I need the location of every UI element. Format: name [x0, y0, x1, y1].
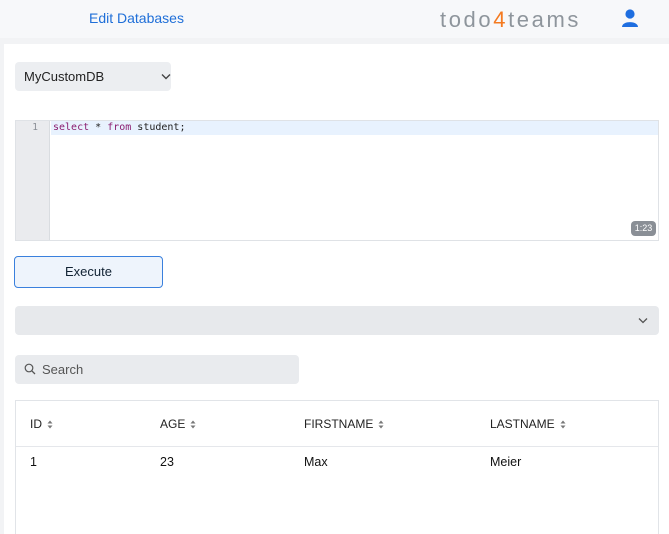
chevron-down-icon [161, 74, 171, 80]
table-cell-age: 23 [160, 455, 174, 469]
column-header-label: FIRSTNAME [304, 417, 374, 431]
top-bar: Edit Databases todo4teams [0, 0, 669, 38]
code-text: * [89, 122, 108, 133]
sql-code[interactable]: select * from student; [53, 122, 185, 133]
app-page: Edit Databases todo4teams MyCustomDB 1 s… [0, 0, 669, 534]
code-keyword-from: from [107, 122, 132, 133]
sort-icon [190, 420, 196, 429]
sort-icon [47, 420, 53, 429]
column-header-label: ID [30, 417, 42, 431]
execute-button[interactable]: Execute [14, 256, 163, 288]
database-select[interactable]: MyCustomDB [15, 62, 171, 91]
search-input[interactable] [42, 360, 292, 378]
column-header-label: AGE [160, 417, 186, 431]
table-cell-firstname: Max [304, 455, 328, 469]
column-header-label: LASTNAME [490, 417, 555, 431]
code-text: student; [131, 122, 186, 133]
brand-prefix: todo [440, 7, 494, 32]
table-cell-lastname: Meier [490, 455, 522, 469]
edit-databases-link[interactable]: Edit Databases [89, 10, 184, 26]
header-divider [16, 446, 658, 447]
database-select-value: MyCustomDB [24, 69, 105, 84]
result-table: ID AGE FIRSTNAME LASTNAME 1 23 Max Meier [15, 400, 659, 534]
column-header-lastname[interactable]: LASTNAME [490, 417, 566, 431]
user-icon[interactable] [620, 8, 640, 28]
column-header-id[interactable]: ID [30, 417, 53, 431]
result-select[interactable] [15, 306, 659, 335]
cursor-position-badge: 1:23 [631, 221, 656, 236]
brand-accent: 4 [493, 7, 509, 32]
search-box [15, 355, 299, 384]
column-header-age[interactable]: AGE [160, 417, 196, 431]
sort-icon [560, 420, 566, 429]
code-keyword-select: select [53, 122, 90, 133]
line-number: 1 [32, 122, 38, 133]
sort-icon [378, 420, 384, 429]
search-icon [24, 363, 36, 375]
sql-editor[interactable]: 1 select * from student; 1:23 [15, 120, 659, 241]
table-cell-id: 1 [30, 455, 37, 469]
brand-logo: todo4teams [440, 7, 581, 33]
brand-suffix: teams [508, 7, 581, 32]
editor-gutter: 1 [16, 121, 50, 240]
chevron-down-icon [638, 318, 648, 324]
column-header-firstname[interactable]: FIRSTNAME [304, 417, 384, 431]
